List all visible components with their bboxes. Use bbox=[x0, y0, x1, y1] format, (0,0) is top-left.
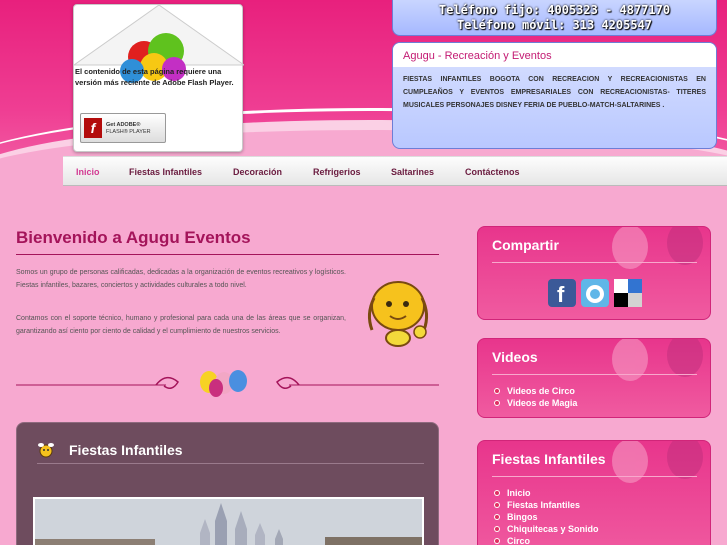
nav-item-refrigerios[interactable]: Refrigerios bbox=[313, 157, 361, 187]
share-title: Compartir bbox=[492, 237, 559, 253]
facebook-icon[interactable]: f bbox=[548, 279, 576, 307]
phone-mobile: Teléfono móvil: 313 4205547 bbox=[456, 18, 653, 32]
videos-title: Videos bbox=[492, 349, 538, 365]
videos-link-circo[interactable]: Videos de Circo bbox=[494, 385, 577, 397]
videos-link-magia[interactable]: Videos de Magia bbox=[494, 397, 577, 409]
title-divider bbox=[16, 254, 439, 255]
delicious-icon[interactable] bbox=[614, 279, 642, 307]
flash-placeholder: El contenido de esta página requiere una… bbox=[73, 4, 244, 152]
fiestas-link-fiestas-infantiles[interactable]: Fiestas Infantiles bbox=[494, 499, 599, 511]
fiestas-link-circo[interactable]: Circo bbox=[494, 535, 599, 545]
fiestas-list: Inicio Fiestas Infantiles Bingos Chiquit… bbox=[494, 487, 599, 545]
nav-item-fiestas-infantiles[interactable]: Fiestas Infantiles bbox=[129, 157, 202, 187]
balloon-divider bbox=[16, 370, 439, 397]
nav-item-saltarines[interactable]: Saltarines bbox=[391, 157, 434, 187]
contact-phones: Teléfono fijo: 4005323 - 4877170 Teléfon… bbox=[392, 0, 717, 36]
castle-photo bbox=[33, 497, 424, 545]
fiestas-link-bingos[interactable]: Bingos bbox=[494, 511, 599, 523]
support-paragraph: Contamos con el soporte técnico, humano … bbox=[16, 315, 346, 335]
panel-title: Fiestas Infantiles bbox=[69, 442, 183, 458]
page-title: Bienvenido a Agugu Eventos bbox=[16, 228, 251, 247]
main-nav: Inicio Fiestas Infantiles Decoración Ref… bbox=[63, 156, 727, 186]
videos-divider bbox=[492, 374, 697, 375]
videos-box: Videos Videos de Circo Videos de Magia bbox=[477, 338, 711, 418]
flash-logo-icon: f bbox=[84, 118, 102, 138]
fiestas-divider bbox=[492, 476, 697, 477]
intro-paragraph: Somos un grupo de personas calificadas, … bbox=[16, 269, 346, 289]
get-flash-player-button[interactable]: f Get ADOBE® FLASH® PLAYER bbox=[80, 113, 166, 143]
fiestas-infantiles-panel: Fiestas Infantiles bbox=[16, 422, 439, 545]
nav-item-decoracion[interactable]: Decoración bbox=[233, 157, 282, 187]
flash-notice-text: El contenido de esta página requiere una… bbox=[75, 67, 234, 87]
flash-badge-line1: Get ADOBE® bbox=[106, 122, 141, 128]
share-divider bbox=[492, 262, 697, 263]
fiestas-link-chiquitecas[interactable]: Chiquitecas y Sonido bbox=[494, 523, 599, 535]
company-info-description: FIESTAS INFANTILES BOGOTA CON RECREACION… bbox=[403, 76, 706, 109]
twitter-icon[interactable] bbox=[581, 279, 609, 307]
bee-icon bbox=[38, 443, 54, 458]
fiestas-link-inicio[interactable]: Inicio bbox=[494, 487, 599, 499]
company-info-title: Agugu - Recreación y Eventos bbox=[393, 43, 716, 67]
share-box: Compartir f bbox=[477, 226, 711, 320]
flash-badge-line2: FLASH® PLAYER bbox=[106, 129, 151, 135]
kid-character-image bbox=[367, 281, 429, 347]
nav-item-inicio[interactable]: Inicio bbox=[76, 157, 100, 187]
nav-item-contactenos[interactable]: Contáctenos bbox=[465, 157, 520, 187]
phone-fixed: Teléfono fijo: 4005323 - 4877170 bbox=[438, 3, 671, 17]
svg-text:f: f bbox=[557, 282, 565, 307]
company-info-box: Agugu - Recreación y Eventos FIESTAS INF… bbox=[392, 42, 717, 149]
panel-divider bbox=[37, 463, 424, 464]
fiestas-title: Fiestas Infantiles bbox=[492, 451, 606, 467]
castle-image bbox=[35, 499, 422, 545]
videos-list: Videos de Circo Videos de Magia bbox=[494, 385, 577, 409]
fiestas-box: Fiestas Infantiles Inicio Fiestas Infant… bbox=[477, 440, 711, 545]
